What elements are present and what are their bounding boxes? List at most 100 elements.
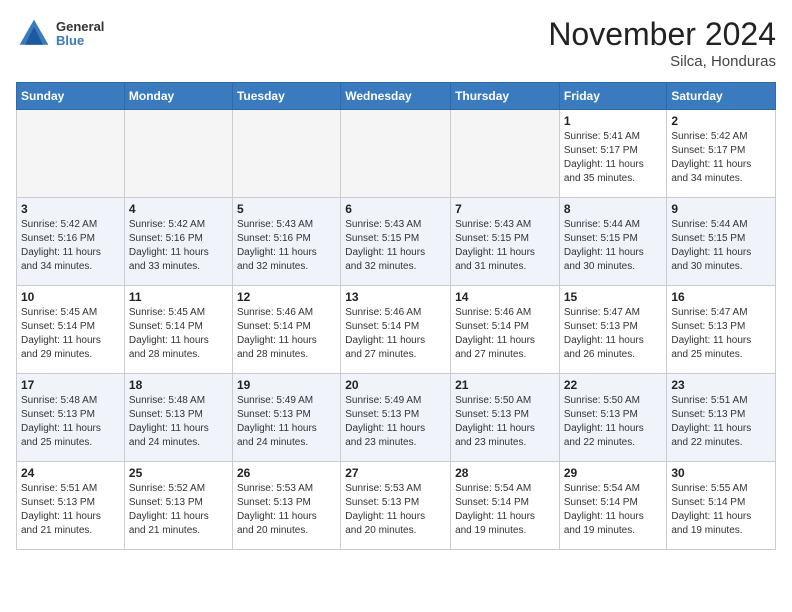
calendar-week-row: 1 Sunrise: 5:41 AM Sunset: 5:17 PM Daylig… xyxy=(17,110,776,198)
calendar-cell: 23 Sunrise: 5:51 AM Sunset: 5:13 PM Dayli… xyxy=(667,374,776,462)
day-info: Sunrise: 5:47 AM Sunset: 5:13 PM Dayligh… xyxy=(564,306,663,362)
calendar-cell: 27 Sunrise: 5:53 AM Sunset: 5:13 PM Dayli… xyxy=(341,462,451,550)
logo-icon xyxy=(16,16,52,52)
calendar-cell: 25 Sunrise: 5:52 AM Sunset: 5:13 PM Dayli… xyxy=(124,462,232,550)
calendar-cell xyxy=(17,110,125,198)
calendar-cell xyxy=(341,110,451,198)
calendar-cell: 6 Sunrise: 5:43 AM Sunset: 5:15 PM Daylig… xyxy=(341,198,451,286)
title-block: November 2024 Silca, Honduras xyxy=(548,16,776,70)
day-number: 20 xyxy=(345,378,446,392)
day-info: Sunrise: 5:55 AM Sunset: 5:14 PM Dayligh… xyxy=(671,482,771,538)
day-number: 28 xyxy=(455,466,555,480)
day-info: Sunrise: 5:54 AM Sunset: 5:14 PM Dayligh… xyxy=(455,482,555,538)
calendar-cell: 11 Sunrise: 5:45 AM Sunset: 5:14 PM Dayli… xyxy=(124,286,232,374)
day-number: 13 xyxy=(345,290,446,304)
calendar-cell: 12Sunrise: 5:46 AM Sunset: 5:14 PM Dayli… xyxy=(232,286,340,374)
day-info: Sunrise: 5:53 AM Sunset: 5:13 PM Dayligh… xyxy=(237,482,336,538)
calendar-cell: 8 Sunrise: 5:44 AM Sunset: 5:15 PM Daylig… xyxy=(559,198,667,286)
day-number: 7 xyxy=(455,202,555,216)
weekday-header: Saturday xyxy=(667,83,776,110)
day-number: 23 xyxy=(671,378,771,392)
calendar: SundayMondayTuesdayWednesdayThursdayFrid… xyxy=(16,82,776,550)
calendar-cell: 15 Sunrise: 5:47 AM Sunset: 5:13 PM Dayli… xyxy=(559,286,667,374)
calendar-cell: 10Sunrise: 5:45 AM Sunset: 5:14 PM Dayli… xyxy=(17,286,125,374)
day-info: Sunrise: 5:50 AM Sunset: 5:13 PM Dayligh… xyxy=(564,394,663,450)
day-info: Sunrise: 5:49 AM Sunset: 5:13 PM Dayligh… xyxy=(345,394,446,450)
day-number: 30 xyxy=(671,466,771,480)
day-info: Sunrise: 5:52 AM Sunset: 5:13 PM Dayligh… xyxy=(129,482,228,538)
day-info: Sunrise: 5:42 AM Sunset: 5:17 PM Dayligh… xyxy=(671,130,771,186)
day-number: 16 xyxy=(671,290,771,304)
calendar-week-row: 3 Sunrise: 5:42 AM Sunset: 5:16 PM Daylig… xyxy=(17,198,776,286)
day-info: Sunrise: 5:46 AM Sunset: 5:14 PM Dayligh… xyxy=(345,306,446,362)
day-number: 24 xyxy=(21,466,120,480)
day-info: Sunrise: 5:43 AM Sunset: 5:16 PM Dayligh… xyxy=(237,218,336,274)
day-number: 9 xyxy=(671,202,771,216)
calendar-cell: 13 Sunrise: 5:46 AM Sunset: 5:14 PM Dayli… xyxy=(341,286,451,374)
day-number: 5 xyxy=(237,202,336,216)
calendar-cell: 29 Sunrise: 5:54 AM Sunset: 5:14 PM Dayli… xyxy=(559,462,667,550)
logo-text: General Blue xyxy=(56,20,104,49)
day-info: Sunrise: 5:45 AM Sunset: 5:14 PM Dayligh… xyxy=(129,306,228,362)
calendar-cell: 14Sunrise: 5:46 AM Sunset: 5:14 PM Dayli… xyxy=(451,286,560,374)
calendar-cell: 17 Sunrise: 5:48 AM Sunset: 5:13 PM Dayli… xyxy=(17,374,125,462)
weekday-header: Wednesday xyxy=(341,83,451,110)
day-number: 26 xyxy=(237,466,336,480)
logo-blue: Blue xyxy=(56,34,104,48)
day-info: Sunrise: 5:41 AM Sunset: 5:17 PM Dayligh… xyxy=(564,130,663,186)
calendar-cell: 9 Sunrise: 5:44 AM Sunset: 5:15 PM Daylig… xyxy=(667,198,776,286)
calendar-cell xyxy=(124,110,232,198)
day-info: Sunrise: 5:51 AM Sunset: 5:13 PM Dayligh… xyxy=(671,394,771,450)
weekday-header-row: SundayMondayTuesdayWednesdayThursdayFrid… xyxy=(17,83,776,110)
day-number: 19 xyxy=(237,378,336,392)
day-info: Sunrise: 5:51 AM Sunset: 5:13 PM Dayligh… xyxy=(21,482,120,538)
calendar-week-row: 17 Sunrise: 5:48 AM Sunset: 5:13 PM Dayli… xyxy=(17,374,776,462)
day-info: Sunrise: 5:44 AM Sunset: 5:15 PM Dayligh… xyxy=(671,218,771,274)
day-info: Sunrise: 5:42 AM Sunset: 5:16 PM Dayligh… xyxy=(21,218,120,274)
day-number: 29 xyxy=(564,466,663,480)
day-info: Sunrise: 5:46 AM Sunset: 5:14 PM Dayligh… xyxy=(237,306,336,362)
day-number: 15 xyxy=(564,290,663,304)
calendar-cell: 16Sunrise: 5:47 AM Sunset: 5:13 PM Dayli… xyxy=(667,286,776,374)
day-number: 25 xyxy=(129,466,228,480)
day-info: Sunrise: 5:43 AM Sunset: 5:15 PM Dayligh… xyxy=(455,218,555,274)
calendar-cell: 5 Sunrise: 5:43 AM Sunset: 5:16 PM Daylig… xyxy=(232,198,340,286)
page: General Blue November 2024 Silca, Hondur… xyxy=(0,0,792,566)
day-number: 10 xyxy=(21,290,120,304)
calendar-cell: 2 Sunrise: 5:42 AM Sunset: 5:17 PM Daylig… xyxy=(667,110,776,198)
day-info: Sunrise: 5:54 AM Sunset: 5:14 PM Dayligh… xyxy=(564,482,663,538)
calendar-cell: 18 Sunrise: 5:48 AM Sunset: 5:13 PM Dayli… xyxy=(124,374,232,462)
calendar-cell: 30 Sunrise: 5:55 AM Sunset: 5:14 PM Dayli… xyxy=(667,462,776,550)
day-info: Sunrise: 5:53 AM Sunset: 5:13 PM Dayligh… xyxy=(345,482,446,538)
calendar-cell: 4Sunrise: 5:42 AM Sunset: 5:16 PM Daylig… xyxy=(124,198,232,286)
day-number: 2 xyxy=(671,114,771,128)
calendar-cell xyxy=(232,110,340,198)
day-info: Sunrise: 5:48 AM Sunset: 5:13 PM Dayligh… xyxy=(129,394,228,450)
calendar-cell: 24 Sunrise: 5:51 AM Sunset: 5:13 PM Dayli… xyxy=(17,462,125,550)
weekday-header: Thursday xyxy=(451,83,560,110)
day-info: Sunrise: 5:49 AM Sunset: 5:13 PM Dayligh… xyxy=(237,394,336,450)
day-number: 3 xyxy=(21,202,120,216)
calendar-week-row: 24 Sunrise: 5:51 AM Sunset: 5:13 PM Dayli… xyxy=(17,462,776,550)
header: General Blue November 2024 Silca, Hondur… xyxy=(16,16,776,70)
day-number: 18 xyxy=(129,378,228,392)
day-number: 6 xyxy=(345,202,446,216)
day-number: 8 xyxy=(564,202,663,216)
day-info: Sunrise: 5:48 AM Sunset: 5:13 PM Dayligh… xyxy=(21,394,120,450)
day-info: Sunrise: 5:44 AM Sunset: 5:15 PM Dayligh… xyxy=(564,218,663,274)
day-number: 27 xyxy=(345,466,446,480)
calendar-cell xyxy=(451,110,560,198)
calendar-cell: 19 Sunrise: 5:49 AM Sunset: 5:13 PM Dayli… xyxy=(232,374,340,462)
day-info: Sunrise: 5:50 AM Sunset: 5:13 PM Dayligh… xyxy=(455,394,555,450)
day-number: 11 xyxy=(129,290,228,304)
calendar-cell: 22Sunrise: 5:50 AM Sunset: 5:13 PM Dayli… xyxy=(559,374,667,462)
day-number: 17 xyxy=(21,378,120,392)
day-number: 1 xyxy=(564,114,663,128)
weekday-header: Monday xyxy=(124,83,232,110)
calendar-cell: 3 Sunrise: 5:42 AM Sunset: 5:16 PM Daylig… xyxy=(17,198,125,286)
day-number: 21 xyxy=(455,378,555,392)
weekday-header: Sunday xyxy=(17,83,125,110)
day-info: Sunrise: 5:43 AM Sunset: 5:15 PM Dayligh… xyxy=(345,218,446,274)
month-title: November 2024 xyxy=(548,16,776,53)
logo: General Blue xyxy=(16,16,104,52)
